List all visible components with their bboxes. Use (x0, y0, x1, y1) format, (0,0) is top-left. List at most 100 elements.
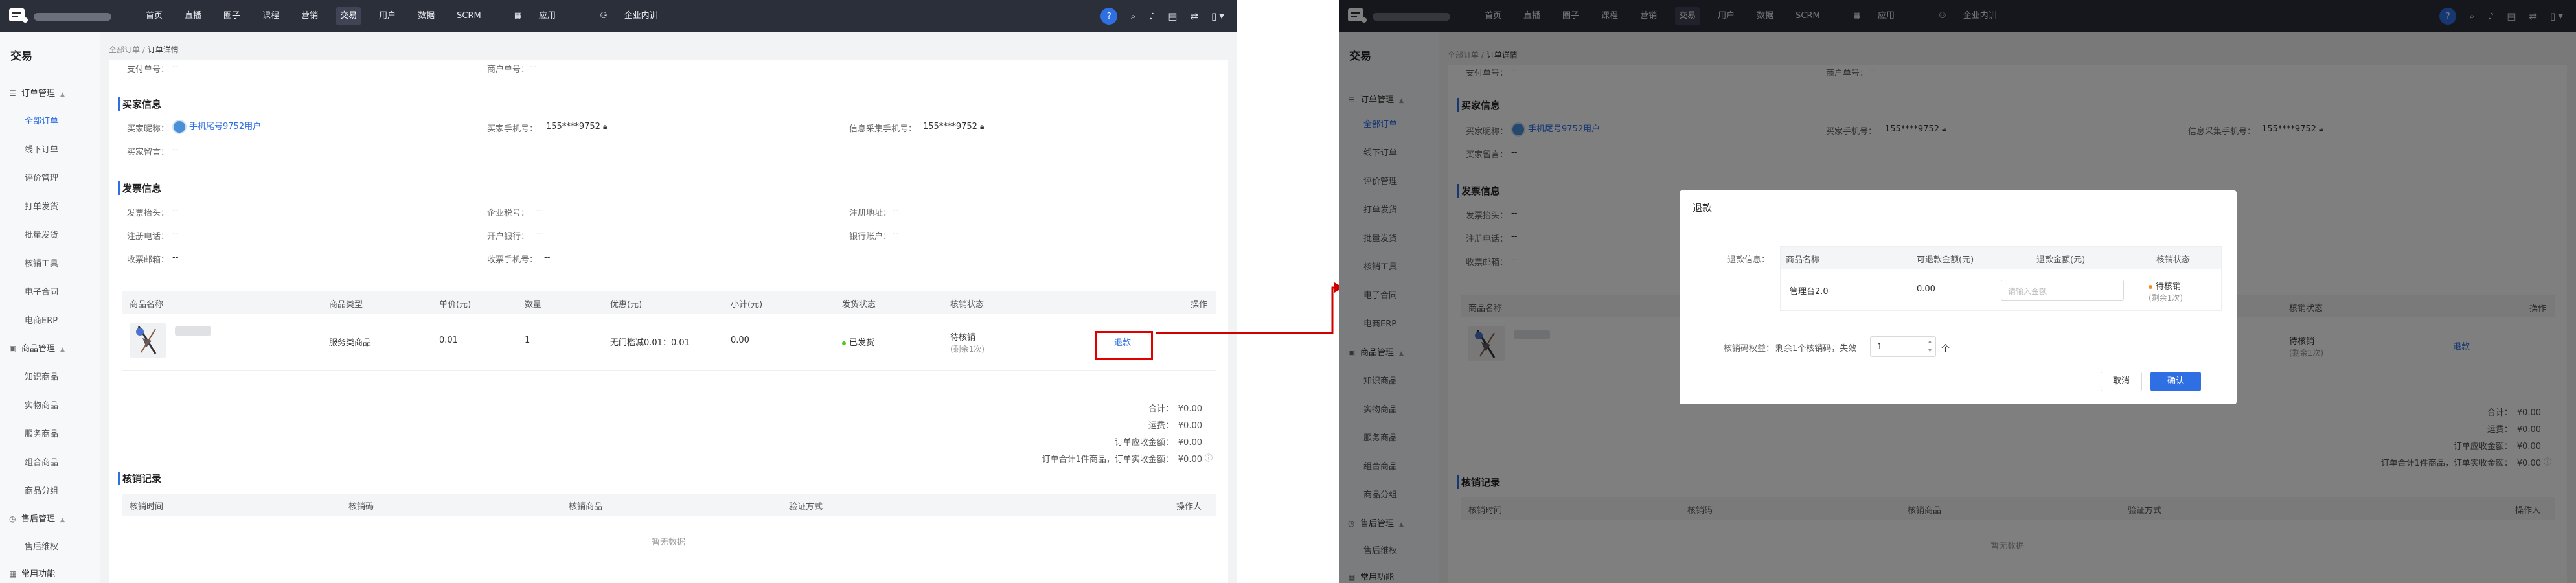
sidebar-item-goods-group[interactable]: 商品分组 (25, 484, 58, 496)
nav-marketing[interactable]: 营销 (297, 7, 322, 25)
nav-home[interactable]: 首页 (142, 7, 166, 25)
breadcrumb-sep: / (142, 45, 145, 54)
sidebar-item-print-ship[interactable]: 打单发货 (25, 200, 58, 212)
col-verify-status: 核销状态 (950, 300, 985, 310)
refund-amount-input[interactable]: 请输入金额 (2001, 280, 2124, 301)
col-refund-verify: 核销状态 (2156, 255, 2191, 265)
stepper-arrows-icon[interactable]: ▲ ▼ (1924, 337, 1935, 356)
refund-verify-text: 待核销 (2156, 282, 2182, 292)
refund-table-header: 商品名称 可退款金额(元) 退款金额(元) 核销状态 (1781, 247, 2221, 269)
breadcrumb-current: 订单详情 (147, 45, 179, 54)
sum-freight-label: 运费： (1148, 421, 1174, 431)
tax-no-label: 企业税号： (487, 209, 530, 218)
col-subtotal: 小计(元) (731, 300, 763, 310)
sidebar-group-aftersale[interactable]: ◷ 售后管理 ▲ (9, 512, 65, 524)
refund-verify-remaining: (剩余1次) (2149, 293, 2183, 303)
goods-qty: 1 (525, 336, 530, 345)
sidebar-item-verify-tool[interactable]: 核销工具 (25, 257, 58, 269)
sum-received-label: 订单合计1件商品，订单实收金额： (1042, 455, 1174, 464)
nav-apps[interactable]: ▦ 应用 (499, 7, 571, 25)
top-navbar: 首页 直播 圈子 课程 营销 交易 用户 数据 SCRM ▦ 应用 ⚇ 企业内训 ?… (0, 0, 1237, 32)
lock-icon[interactable]: 🔒︎ (603, 122, 607, 131)
transfer-icon[interactable]: ⇄ (1190, 10, 1198, 22)
buyer-nick[interactable]: 手机尾号9752用户 (172, 119, 261, 134)
sidebar-group-common[interactable]: ▦ 常用功能 (9, 567, 55, 579)
sidebar-item-reviews[interactable]: 评价管理 (25, 171, 58, 183)
bank-label: 开户银行： (487, 232, 530, 242)
sum-freight-value: ¥0.00 (1178, 421, 1202, 431)
tax-no-value: -- (536, 206, 543, 216)
col-goods-name: 商品名称 (130, 300, 164, 310)
device-icon[interactable]: ▯ (1211, 10, 1216, 22)
help-icon[interactable]: ? (1100, 8, 1118, 25)
goods-type: 服务类商品 (329, 338, 372, 348)
goods-price: 0.01 (439, 336, 458, 345)
sidebar-item-physical-goods[interactable]: 实物商品 (25, 398, 58, 411)
confirm-button[interactable]: 确认 (2150, 372, 2201, 391)
sidebar-item-batch-ship[interactable]: 批量发货 (25, 228, 58, 240)
sum-received: 订单合计1件商品，订单实收金额： ¥0.00 (1042, 452, 1202, 464)
col-verify-method: 验证方式 (789, 502, 823, 512)
col-refund-goods: 商品名称 (1786, 255, 1820, 265)
order-detail-screen: 首页 直播 圈子 课程 营销 交易 用户 数据 SCRM ▦ 应用 ⚇ 企业内训 ?… (0, 0, 1237, 583)
group-label: 订单管理 (21, 89, 56, 98)
sidebar-item-erp[interactable]: 电商ERP (25, 314, 58, 326)
nav-corp-training[interactable]: ⚇ 企业内训 (585, 7, 673, 25)
main-content: 支付单号： -- 商户单号： -- 买家信息 买家昵称： 手机尾号9752用户 … (109, 60, 1228, 583)
apps-icon: ▦ (514, 11, 522, 21)
people-icon: ⚇ (600, 11, 608, 21)
dialog-title: 退款 (1693, 202, 1713, 214)
reg-addr-value: -- (893, 206, 899, 216)
sidebar-item-bundle-goods[interactable]: 组合商品 (25, 455, 58, 468)
reg-phone-label: 注册电话： (127, 232, 170, 242)
breadcrumb-parent[interactable]: 全部订单 (109, 45, 140, 54)
arrow-connector (1156, 282, 1343, 334)
sidebar-item-contract[interactable]: 电子合同 (25, 285, 58, 297)
empty-state: 暂无数据 (652, 538, 686, 547)
grid-icon: ▦ (9, 569, 17, 578)
nav-course[interactable]: 课程 (258, 7, 283, 25)
nav-circle[interactable]: 圈子 (220, 7, 244, 25)
sidebar-item-service-goods[interactable]: 服务商品 (25, 427, 58, 439)
app-logo[interactable] (8, 6, 30, 25)
nav-trade[interactable]: 交易 (336, 7, 361, 25)
refund-info-label: 退款信息： (1727, 255, 1770, 265)
sum-receivable-value: ¥0.00 (1178, 438, 1202, 448)
goods-thumbnail[interactable] (130, 323, 166, 358)
code-count-input[interactable]: 1 ▲ ▼ (1870, 336, 1936, 357)
col-goods-type: 商品类型 (329, 300, 363, 310)
col-verify-code: 核销码 (348, 502, 374, 512)
sidebar-group-goods[interactable]: ▣ 商品管理 ▲ (9, 341, 65, 354)
cancel-button[interactable]: 取消 (2101, 372, 2142, 391)
bell-icon[interactable]: ♪ (1149, 10, 1156, 22)
buyer-remark: -- (172, 145, 179, 155)
col-refund-amount: 退款金额(元) (2036, 255, 2086, 265)
info-icon[interactable]: ⓘ (1205, 452, 1213, 463)
code-rights-text: 剩余1个核销码，失效 (1775, 344, 1857, 354)
sidebar-item-offline-orders[interactable]: 线下订单 (25, 143, 58, 155)
refund-table: 商品名称 可退款金额(元) 退款金额(元) 核销状态 管理台2.0 0.00 请… (1780, 246, 2222, 311)
lock-icon[interactable]: 🔒︎ (980, 122, 984, 131)
search-icon[interactable]: ⌕ (1130, 10, 1135, 22)
nav-live[interactable]: 直播 (181, 7, 205, 25)
nav-scrm[interactable]: SCRM (453, 7, 485, 25)
calendar-icon[interactable]: ▤ (1168, 10, 1177, 22)
goods-discount: 无门槛减0.01：0.01 (610, 338, 690, 348)
table-row: 管理台2.0 0.00 请输入金额 待核销 (剩余1次) (1781, 269, 2221, 312)
main-nav: 首页 直播 圈子 课程 营销 交易 用户 数据 SCRM ▦ 应用 ⚇ 企业内训 (135, 0, 680, 32)
collect-phone: 155****9752 🔒︎ (923, 122, 984, 131)
col-operator: 操作人 (1176, 502, 1202, 512)
nav-data[interactable]: 数据 (414, 7, 439, 25)
verify-remaining: (剩余1次) (950, 345, 985, 354)
nav-user[interactable]: 用户 (375, 7, 400, 25)
chevron-down-icon[interactable]: ▼ (1219, 13, 1224, 20)
verify-section-title: 核销记录 (118, 472, 161, 485)
sidebar-item-knowledge-goods[interactable]: 知识商品 (25, 370, 58, 382)
pay-no-label: 支付单号： (127, 65, 170, 74)
refund-goods-name: 管理台2.0 (1790, 287, 1829, 297)
sidebar-item-all-orders[interactable]: 全部订单 (25, 114, 58, 126)
buyer-nick-text: 手机尾号9752用户 (189, 122, 262, 131)
sidebar-item-rights[interactable]: 售后维权 (25, 540, 58, 552)
sidebar-group-order[interactable]: ☰ 订单管理 ▲ (9, 86, 65, 98)
goods-icon: ▣ (9, 344, 17, 353)
